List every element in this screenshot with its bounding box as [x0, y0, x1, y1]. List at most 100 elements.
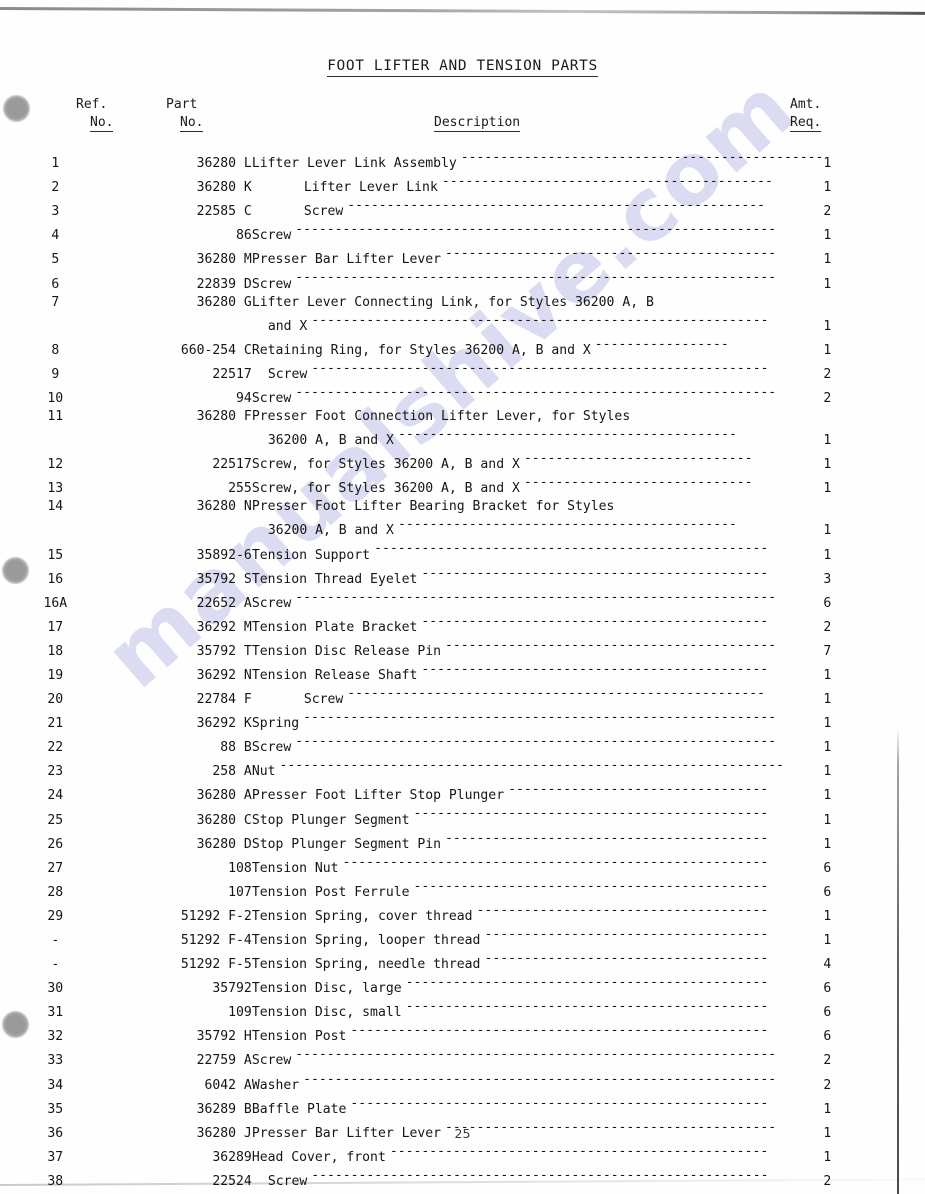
cell-part-no: 109 — [228, 1005, 252, 1021]
cell-description: Tension Spring, needle thread -----------… — [252, 950, 824, 974]
cell-part-no — [111, 426, 252, 450]
cell-description: Screw, for Styles 36200 A, B and X ------… — [252, 450, 824, 474]
cell-amt-req: 2 — [823, 204, 832, 220]
cell-ref-no: 1 — [51, 156, 60, 172]
cell-ref-no: 18 — [47, 643, 64, 659]
cell-description: Tension Spring, looper thread -----------… — [252, 926, 824, 950]
cell-description: Tension Post ----------------------------… — [252, 1022, 824, 1046]
table-row: 38 22524 Screw ----------------------------… — [0, 1167, 925, 1191]
cell-ref-no: 33 — [47, 1053, 64, 1069]
leader-dashes: ----------------------------------------… — [295, 589, 777, 605]
description-text: Screw — [251, 228, 292, 244]
column-header-ref-no: Ref. No. — [76, 96, 114, 132]
cell-part-no: 36289 B — [196, 1101, 252, 1117]
cell-part-no: 94 — [236, 390, 252, 406]
description-text: Stop Plunger Segment Pin — [251, 836, 442, 852]
cell-part-no: 660-254 C — [180, 342, 252, 358]
cell-part-no: 35792 H — [196, 1029, 252, 1045]
cell-part-no: 51292 F-4 — [180, 933, 252, 948]
leader-dashes: ----------------------------------------… — [413, 878, 769, 894]
table-row: 16A 22652 A Screw -------------------------… — [0, 589, 925, 613]
cell-ref-no: 37 — [47, 1149, 64, 1165]
cell-description: and X -----------------------------------… — [252, 312, 824, 336]
cell-description: Screw -----------------------------------… — [252, 733, 824, 757]
description-text: Tension Post Ferrule — [251, 884, 410, 900]
leader-dashes: ----------------------------------------… — [445, 637, 777, 653]
table-row: 21 36292 K Spring -------------------------… — [0, 709, 925, 733]
cell-amt-req: 2 — [823, 366, 832, 382]
cell-part-no: 86 — [236, 228, 252, 244]
cell-amt-req: 1 — [823, 812, 832, 828]
description-text: Presser Bar Lifter Lever — [251, 252, 442, 268]
cell-description: Lifter Lever Connecting Link, for Styles… — [252, 294, 824, 312]
cell-description: Tension Thread Eyelet -------------------… — [252, 565, 824, 589]
description-text: Tension Disc, large — [251, 981, 402, 997]
cell-amt-req: 1 — [823, 692, 832, 708]
cell-ref-no: 29 — [47, 908, 64, 924]
cell-part-no: 22839 D — [196, 276, 252, 292]
leader-dashes: ------------------------------------- — [476, 902, 769, 918]
cell-part-no: 35792 — [212, 981, 252, 997]
column-header-ref-line1: Ref. — [76, 97, 108, 112]
cell-amt-req: 1 — [823, 716, 832, 732]
cell-amt-req — [823, 498, 925, 516]
leader-dashes: ----------------------------------------… — [311, 312, 769, 328]
cell-amt-req: 1 — [823, 667, 832, 683]
cell-ref-no: 22 — [47, 740, 64, 756]
description-text: Tension Nut — [251, 860, 339, 876]
table-row: 34 6042 A Washer --------------------------… — [0, 1071, 925, 1095]
cell-amt-req: 6 — [823, 884, 832, 900]
cell-description: Tension Disc Release Pin ----------------… — [252, 637, 824, 661]
table-row: 11 36280 F Presser Foot Connection Lifter … — [0, 408, 925, 426]
cell-description: Tension Spring, cover thread ------------… — [252, 902, 824, 926]
description-text: Screw — [303, 692, 344, 708]
cell-amt-req: 1 — [823, 228, 832, 244]
description-text: Stop Plunger Segment — [251, 812, 410, 828]
leader-dashes: ----------------------------------------… — [397, 427, 737, 443]
cell-description: Retaining Ring, for Styles 36200 A, B an… — [252, 336, 824, 360]
leader-dashes: ----------------------------------------… — [295, 222, 777, 238]
cell-part-no: 6042 A — [204, 1077, 252, 1093]
leader-dashes: ----------------------------------------… — [421, 613, 769, 629]
table-row: 5 36280 M Presser Bar Lifter Lever --------… — [0, 245, 925, 269]
cell-amt-req: 6 — [823, 595, 832, 611]
cell-description: Spring ----------------------------------… — [252, 709, 824, 733]
table-row: 35 36289 B Baffle Plate -------------------… — [0, 1095, 925, 1119]
description-text: Tension Spring, needle thread — [251, 957, 481, 973]
table-row: 4 86 Screw --------------------------------… — [0, 221, 925, 245]
table-row: 8 660-254 C Retaining Ring, for Styles 362… — [0, 336, 925, 360]
cell-ref-no: 11 — [47, 408, 64, 424]
leader-dashes: ----------------------------------------… — [311, 360, 769, 376]
cell-amt-req: 6 — [823, 1029, 832, 1045]
description-text: Lifter Lever Connecting Link, for Styles… — [251, 294, 654, 310]
cell-ref-no: 4 — [51, 228, 60, 244]
cell-part-no: 22784 F — [196, 692, 252, 708]
cell-amt-req: 1 — [823, 788, 832, 804]
cell-description: Presser Foot Connection Lifter Lever, fo… — [252, 408, 824, 426]
cell-description: Tension Nut -----------------------------… — [252, 854, 824, 878]
leader-dashes: ----------------------------------------… — [347, 686, 766, 702]
cell-description: Nut -------------------------------------… — [252, 757, 824, 781]
description-text: Screw — [251, 390, 292, 406]
cell-ref-no: 14 — [47, 499, 64, 515]
description-text: Screw — [303, 204, 344, 220]
leader-dashes: ----------------------------- — [523, 451, 753, 467]
cell-part-no: 36280 D — [196, 836, 252, 852]
cell-amt-req: 7 — [823, 643, 832, 659]
leader-dashes: ----------------------------------------… — [421, 661, 769, 677]
cell-description: 36200 A, B and X ------------------------… — [252, 516, 824, 540]
cell-ref-no: 20 — [47, 692, 64, 708]
cell-part-no: 36280 N — [196, 499, 252, 515]
leader-dashes: --------------------------------- — [508, 782, 769, 798]
cell-part-no: 36280 G — [196, 294, 252, 310]
cell-ref-no: - — [51, 933, 60, 948]
table-row: 18 35792 T Tension Disc Release Pin -------… — [0, 637, 925, 661]
cell-description: Screw -----------------------------------… — [252, 589, 824, 613]
cell-part-no: 36289 — [212, 1149, 252, 1165]
cell-part-no: 36280 L — [196, 156, 252, 172]
description-text: Tension Disc, small — [251, 1005, 402, 1021]
leader-dashes: ----------------------------- — [523, 475, 753, 491]
cell-amt-req: 2 — [823, 390, 832, 406]
cell-ref-no: 28 — [47, 884, 64, 900]
cell-part-no: 108 — [228, 860, 252, 876]
